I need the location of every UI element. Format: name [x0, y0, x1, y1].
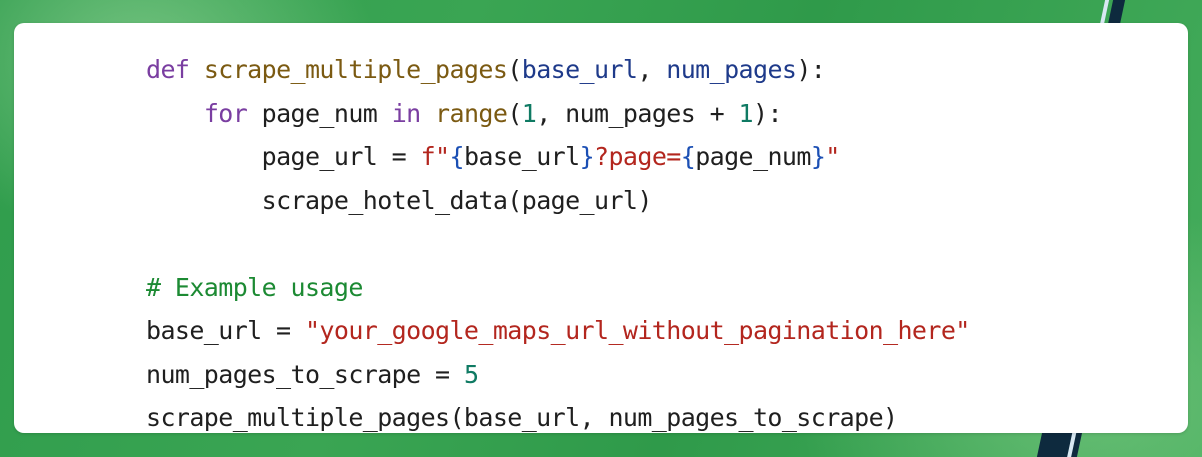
number-literal: 5 — [463, 359, 479, 389]
fstring-brace: { — [680, 142, 696, 171]
function-call: scrape_multiple_pages(base_url, num_page… — [146, 403, 898, 432]
paren-close: ): — [796, 55, 826, 84]
paren-close: ): — [753, 98, 783, 128]
code-line-3: page_url = f"{base_url}?page={page_num}" — [146, 135, 970, 179]
assignment-lhs: base_url = — [146, 316, 305, 345]
comment: # Example usage — [146, 272, 363, 302]
separator: , — [637, 55, 667, 84]
number-literal: 1 — [738, 98, 754, 128]
code-line-7: base_url = "your_google_maps_url_without… — [146, 309, 970, 353]
fstring-literal: ?page= — [594, 142, 681, 171]
fstring-brace: } — [810, 142, 826, 171]
assignment-lhs: num_pages_to_scrape = — [146, 359, 464, 389]
code-line-6: # Example usage — [146, 266, 970, 310]
function-call: scrape_hotel_data(page_url) — [261, 185, 653, 215]
fstring-quote: " — [825, 142, 840, 171]
fstring-brace: { — [449, 142, 465, 171]
parameter-base-url: base_url — [521, 55, 638, 84]
parameter-num-pages: num_pages — [666, 55, 797, 84]
code-line-1: def scrape_multiple_pages(base_url, num_… — [146, 48, 970, 92]
keyword-def: def — [146, 55, 190, 84]
string-literal: "your_google_maps_url_without_pagination… — [304, 316, 970, 345]
code-line-8: num_pages_to_scrape = 5 — [146, 353, 970, 397]
code-block: def scrape_multiple_pages(base_url, num_… — [146, 48, 970, 440]
code-line-2: for page_num in range(1, num_pages + 1): — [146, 92, 970, 136]
paren-open: ( — [507, 98, 522, 128]
number-literal: 1 — [521, 98, 537, 128]
assignment-lhs: page_url = — [261, 142, 421, 171]
function-name: scrape_multiple_pages — [203, 55, 508, 84]
keyword-for: for — [203, 98, 248, 128]
fstring-expression: page_num — [695, 142, 811, 171]
fstring-expression: base_url — [463, 142, 580, 171]
range-args: , num_pages + — [536, 98, 739, 128]
code-line-9: scrape_multiple_pages(base_url, num_page… — [146, 396, 970, 440]
paren-open: ( — [507, 55, 522, 84]
code-line-4: scrape_hotel_data(page_url) — [146, 179, 970, 223]
loop-variable: page_num — [247, 98, 392, 128]
function-range: range — [435, 98, 508, 128]
fstring-brace: } — [579, 142, 595, 171]
fstring-prefix: f" — [420, 142, 451, 171]
keyword-in: in — [391, 98, 422, 128]
